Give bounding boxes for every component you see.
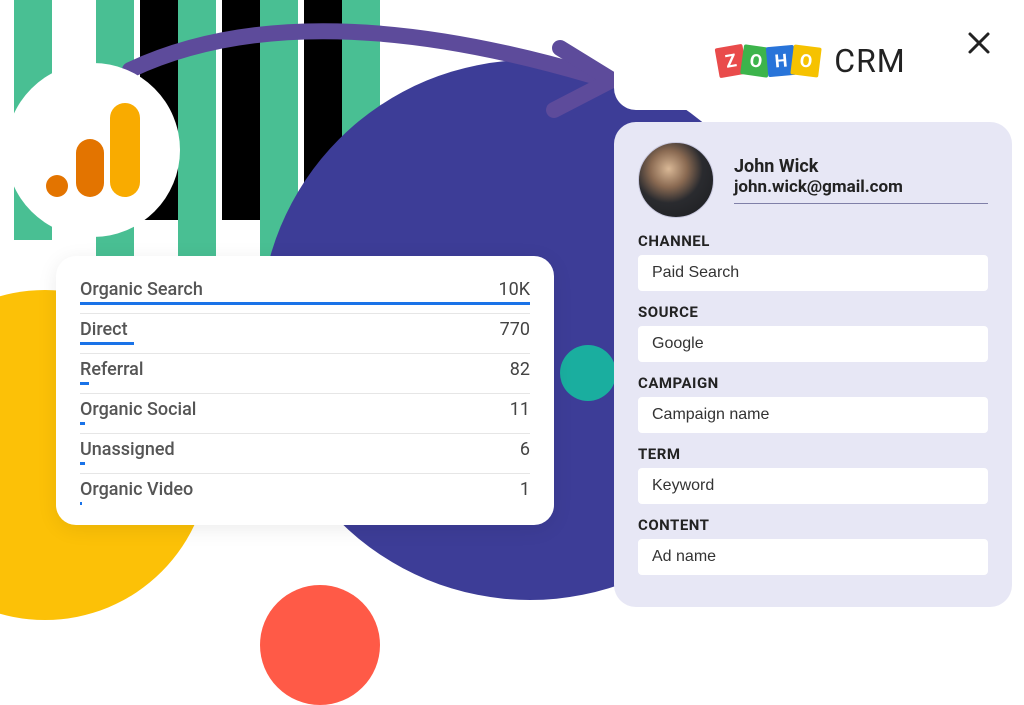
lead-field-block: CHANNEL bbox=[638, 232, 988, 291]
analytics-bar-track bbox=[80, 342, 530, 345]
analytics-row: Organic Social 11 bbox=[80, 394, 530, 422]
analytics-bar-track bbox=[80, 462, 530, 465]
analytics-bar-track bbox=[80, 502, 530, 505]
lead-field-input[interactable] bbox=[638, 255, 988, 291]
lead-field-input[interactable] bbox=[638, 539, 988, 575]
analytics-channel-value: 82 bbox=[510, 359, 530, 380]
analytics-bar-track bbox=[80, 422, 530, 425]
lead-field-label: SOURCE bbox=[638, 303, 988, 321]
analytics-row: Organic Video 1 bbox=[80, 474, 530, 502]
analytics-channel-value: 1 bbox=[520, 479, 530, 500]
analytics-channel-label: Organic Social bbox=[80, 399, 196, 420]
lead-field-label: CONTENT bbox=[638, 516, 988, 534]
analytics-row: Direct 770 bbox=[80, 314, 530, 342]
analytics-channel-label: Organic Video bbox=[80, 479, 193, 500]
close-icon bbox=[966, 30, 992, 56]
crm-lead-card: John Wick john.wick@gmail.com CHANNEL SO… bbox=[614, 122, 1012, 607]
analytics-channel-value: 11 bbox=[510, 399, 530, 420]
analytics-channel-value: 6 bbox=[520, 439, 530, 460]
analytics-channels-panel: Organic Search 10K Direct 770 Referral 8… bbox=[56, 256, 554, 525]
lead-field-block: CONTENT bbox=[638, 516, 988, 575]
flow-arrow bbox=[120, 10, 640, 150]
analytics-channel-label: Direct bbox=[80, 319, 128, 340]
lead-field-input[interactable] bbox=[638, 468, 988, 504]
lead-name: John Wick bbox=[734, 156, 988, 177]
lead-field-block: TERM bbox=[638, 445, 988, 504]
google-analytics-badge bbox=[6, 63, 180, 237]
lead-header: John Wick john.wick@gmail.com bbox=[638, 142, 988, 218]
lead-field-label: CHANNEL bbox=[638, 232, 988, 250]
lead-field-label: TERM bbox=[638, 445, 988, 463]
crm-header-card: Z O H O CRM bbox=[614, 12, 1012, 110]
analytics-row: Organic Search 10K bbox=[80, 274, 530, 302]
analytics-channel-value: 770 bbox=[500, 319, 530, 340]
zoho-crm-logo: Z O H O CRM bbox=[720, 42, 905, 80]
lead-info: John Wick john.wick@gmail.com bbox=[734, 156, 988, 204]
analytics-row: Referral 82 bbox=[80, 354, 530, 382]
analytics-bar-track bbox=[80, 382, 530, 385]
lead-avatar bbox=[638, 142, 714, 218]
lead-email: john.wick@gmail.com bbox=[734, 177, 988, 197]
lead-field-input[interactable] bbox=[638, 326, 988, 362]
lead-field-label: CAMPAIGN bbox=[638, 374, 988, 392]
analytics-row: Unassigned 6 bbox=[80, 434, 530, 462]
analytics-channel-label: Organic Search bbox=[80, 279, 203, 300]
lead-field-block: SOURCE bbox=[638, 303, 988, 362]
analytics-channel-value: 10K bbox=[498, 279, 530, 300]
analytics-bar-track bbox=[80, 302, 530, 305]
analytics-channel-label: Referral bbox=[80, 359, 143, 380]
analytics-channel-label: Unassigned bbox=[80, 439, 175, 460]
teal-dot-shape bbox=[560, 345, 616, 401]
close-button[interactable] bbox=[962, 26, 996, 60]
red-dot-shape bbox=[260, 585, 380, 705]
lead-field-input[interactable] bbox=[638, 397, 988, 433]
google-analytics-icon bbox=[46, 103, 140, 197]
lead-field-block: CAMPAIGN bbox=[638, 374, 988, 433]
zoho-icon: Z O H O bbox=[720, 46, 820, 76]
crm-brand-text: CRM bbox=[834, 42, 905, 80]
